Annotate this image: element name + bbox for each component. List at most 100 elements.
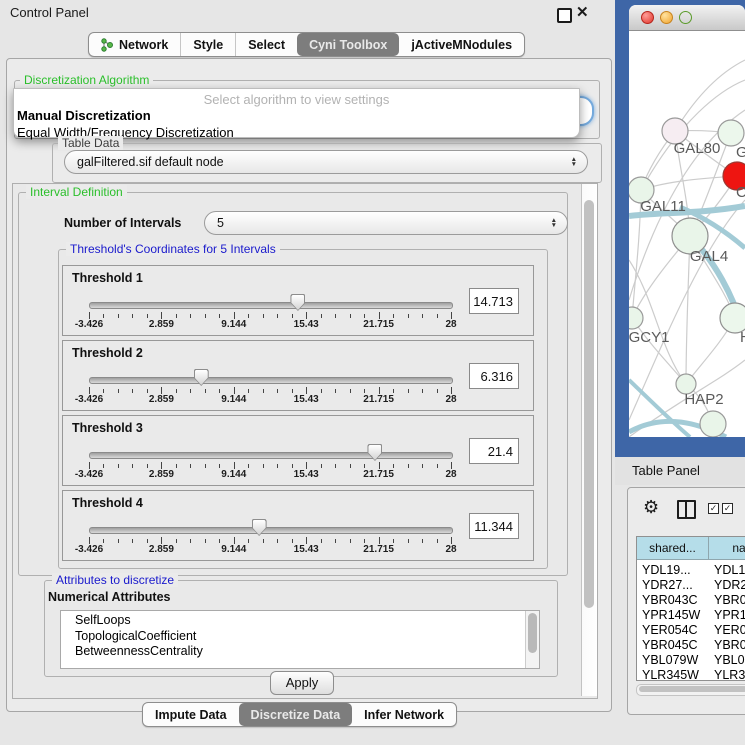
table-horizontal-scrollbar[interactable] [636, 684, 745, 696]
tick-mark [335, 539, 336, 543]
tick-mark [205, 389, 206, 393]
cell-name: YLR3 [714, 668, 745, 681]
num-intervals-label: Number of Intervals [64, 216, 181, 230]
algorithm-popup-placeholder: Select algorithm to view settings [14, 89, 579, 107]
table-row[interactable]: YDR27...YDR2 [637, 578, 745, 593]
tick-mark [89, 462, 90, 469]
tab-jactivemnodules[interactable]: jActiveMNodules [399, 33, 524, 56]
threshold-value-field[interactable]: 11.344 [469, 513, 519, 539]
tick-label: 9.144 [202, 394, 266, 405]
network-node[interactable] [718, 120, 744, 146]
tab-network[interactable]: Network [89, 33, 180, 56]
tick-mark [132, 464, 133, 468]
cell-name: YBR0 [714, 638, 745, 653]
list-scrollbar-thumb[interactable] [528, 613, 537, 653]
tick-mark [132, 539, 133, 543]
tick-label: 28 [419, 469, 483, 480]
float-window-icon[interactable] [557, 8, 572, 23]
tick-label: 2.859 [129, 394, 193, 405]
threshold-value-field[interactable]: 6.316 [469, 363, 519, 389]
table-data-label: Table Data [58, 136, 123, 150]
tick-mark [379, 537, 380, 544]
tick-mark [219, 539, 220, 543]
algorithm-option[interactable]: Manual Discretization [14, 107, 579, 124]
vertical-scrollbar-thumb[interactable] [584, 200, 594, 608]
tab-impute-data[interactable]: Impute Data [143, 703, 239, 726]
network-window-titlebar[interactable] [629, 5, 745, 31]
tab-select[interactable]: Select [235, 33, 297, 56]
tab-infer-network[interactable]: Infer Network [352, 703, 456, 726]
slider-track[interactable] [89, 452, 453, 459]
tick-mark [364, 539, 365, 543]
tick-mark [408, 539, 409, 543]
table-row[interactable]: YLR345W YLR3 [637, 668, 745, 681]
cell-shared-name: YLR345W [642, 668, 699, 681]
table-row[interactable]: YBL079WYBL0 [637, 653, 745, 668]
network-node[interactable] [629, 307, 643, 329]
table-row[interactable]: YER054CYER0 [637, 623, 745, 638]
close-icon[interactable]: ✕ [576, 3, 589, 21]
table-horizontal-scrollbar-thumb[interactable] [639, 686, 745, 692]
tab-discretize-data[interactable]: Discretize Data [239, 703, 353, 726]
tick-mark [176, 464, 177, 468]
gear-icon[interactable]: ⚙ [643, 497, 659, 518]
tick-mark [205, 464, 206, 468]
tick-label: 2.859 [129, 319, 193, 330]
table-row[interactable]: YBR043CYBR0 [637, 593, 745, 608]
table-row[interactable]: YPR145WYPR1 [637, 608, 745, 623]
tick-mark [277, 389, 278, 393]
table-data-combo[interactable]: galFiltered.sif default node ▲▼ [64, 150, 588, 174]
tick-mark [335, 464, 336, 468]
node-table[interactable]: shared... na YDL19...YDL1YDR27...YDR2YBR… [636, 536, 745, 681]
network-canvas[interactable]: GAL80GAGAL11CGAL4GCY1HHAP2 [629, 30, 745, 437]
slider-track[interactable] [89, 527, 453, 534]
tick-mark [306, 312, 307, 319]
tab-label: Select [248, 38, 285, 52]
slider-track[interactable] [89, 302, 453, 309]
cell-name: YPR1 [714, 608, 745, 623]
numerical-attributes-list[interactable]: SelfLoopsTopologicalCoefficientBetweenne… [60, 610, 540, 669]
tick-label: 2.859 [129, 469, 193, 480]
attribute-list-item[interactable]: BetweennessCentrality [61, 644, 539, 660]
apply-button[interactable]: Apply [270, 671, 334, 695]
tick-mark [335, 314, 336, 318]
network-node-label: H [740, 329, 745, 346]
column-header-shared[interactable]: shared... [637, 537, 709, 560]
top-tab-bar: NetworkStyle Select Cyni ToolboxjActiveMNo… [88, 32, 525, 57]
tick-mark [350, 389, 351, 393]
list-scrollbar[interactable] [525, 611, 539, 668]
tick-mark [350, 314, 351, 318]
table-panel-strip: Table Panel [615, 457, 745, 485]
checkbox-checked-icon[interactable]: ✓ [722, 503, 733, 514]
tick-mark [437, 314, 438, 318]
num-intervals-combo[interactable]: 5 ▲▼ [204, 211, 568, 235]
tab-cyni-toolbox[interactable]: Cyni Toolbox [297, 33, 399, 56]
tick-mark [103, 464, 104, 468]
tick-mark [234, 462, 235, 469]
network-node-label: GAL80 [674, 140, 721, 157]
tick-mark [321, 464, 322, 468]
slider-track[interactable] [89, 377, 453, 384]
threshold-value-field[interactable]: 21.4 [469, 438, 519, 464]
discretization-algorithm-label: Discretization Algorithm [20, 73, 153, 87]
tick-mark [205, 539, 206, 543]
network-node[interactable] [700, 411, 726, 437]
table-row[interactable]: YBR045CYBR0 [637, 638, 745, 653]
tick-mark [277, 314, 278, 318]
zoom-traffic-light-icon[interactable] [679, 11, 692, 24]
column-header-name[interactable]: na [709, 537, 745, 560]
tick-label: 15.43 [274, 394, 338, 405]
vertical-scrollbar[interactable] [581, 184, 597, 696]
minimize-traffic-light-icon[interactable] [660, 11, 673, 24]
table-row[interactable]: YDL19...YDL1 [637, 563, 745, 578]
tick-mark [89, 537, 90, 544]
close-traffic-light-icon[interactable] [641, 11, 654, 24]
tab-style[interactable]: Style [180, 33, 235, 56]
column-view-icon[interactable] [677, 500, 696, 519]
tick-label: 28 [419, 394, 483, 405]
tick-mark [379, 387, 380, 394]
threshold-value-field[interactable]: 14.713 [469, 288, 519, 314]
attribute-list-item[interactable]: TopologicalCoefficient [61, 629, 539, 645]
attribute-list-item[interactable]: SelfLoops [61, 613, 539, 629]
checkbox-checked-icon[interactable]: ✓ [708, 503, 719, 514]
